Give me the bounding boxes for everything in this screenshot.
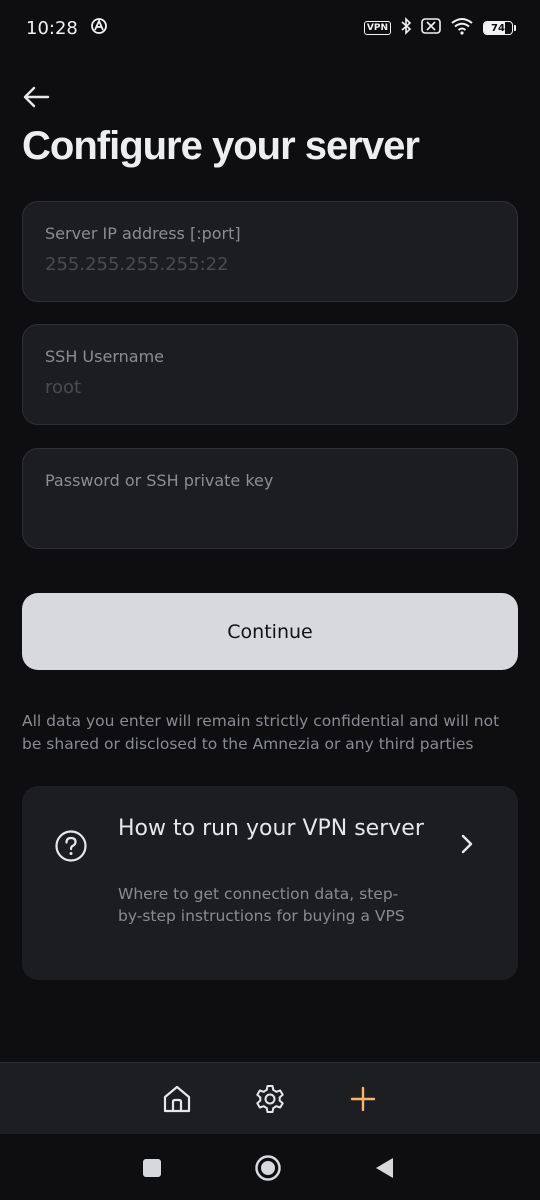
arrow-left-icon <box>23 86 50 108</box>
plus-icon <box>350 1086 376 1112</box>
ssh-username-input[interactable] <box>45 377 485 398</box>
password-input[interactable] <box>45 501 485 522</box>
help-card-description: Where to get connection data, step-by-st… <box>118 885 405 925</box>
chevron-right-icon <box>454 832 478 856</box>
circle-icon <box>255 1155 281 1181</box>
vpn-status-icon: VPN <box>363 21 391 35</box>
nav-settings-button[interactable] <box>252 1081 288 1117</box>
back-button[interactable] <box>22 82 56 112</box>
bluetooth-icon <box>400 17 412 39</box>
back-system-button[interactable] <box>370 1154 398 1182</box>
help-card[interactable]: How to run your VPN server Where to get … <box>22 786 518 980</box>
gear-icon <box>256 1085 284 1113</box>
server-ip-input[interactable] <box>45 254 485 275</box>
question-icon <box>54 829 88 863</box>
app-notification-icon <box>90 17 108 40</box>
battery-level: 74 <box>491 22 505 34</box>
server-ip-field[interactable]: Server IP address [:port] <box>22 201 518 302</box>
system-navigation-bar <box>0 1134 540 1200</box>
page-title: Configure your server <box>22 124 420 168</box>
status-left: 10:28 <box>26 17 108 40</box>
battery-icon: 74 <box>483 21 516 35</box>
status-time: 10:28 <box>26 17 78 39</box>
square-icon <box>143 1159 161 1177</box>
bottom-navigation <box>0 1062 540 1135</box>
ssh-username-field[interactable]: SSH Username <box>22 324 518 425</box>
continue-button[interactable]: Continue <box>22 593 518 670</box>
ssh-username-label: SSH Username <box>45 347 164 366</box>
wifi-icon <box>450 17 474 39</box>
password-field[interactable]: Password or SSH private key <box>22 448 518 549</box>
privacy-disclaimer: All data you enter will remain strictly … <box>22 712 500 753</box>
status-bar: 10:28 VPN 74 <box>0 0 540 56</box>
no-sim-icon <box>421 18 441 38</box>
status-right: VPN 74 <box>363 17 516 39</box>
recents-button[interactable] <box>138 1154 166 1182</box>
server-ip-label: Server IP address [:port] <box>45 224 241 243</box>
help-card-title: How to run your VPN server <box>118 816 424 841</box>
nav-home-button[interactable] <box>159 1081 195 1117</box>
home-system-button[interactable] <box>254 1154 282 1182</box>
triangle-back-icon <box>376 1158 393 1178</box>
home-icon <box>163 1085 191 1113</box>
password-label: Password or SSH private key <box>45 471 274 490</box>
nav-add-server-button[interactable] <box>345 1081 381 1117</box>
